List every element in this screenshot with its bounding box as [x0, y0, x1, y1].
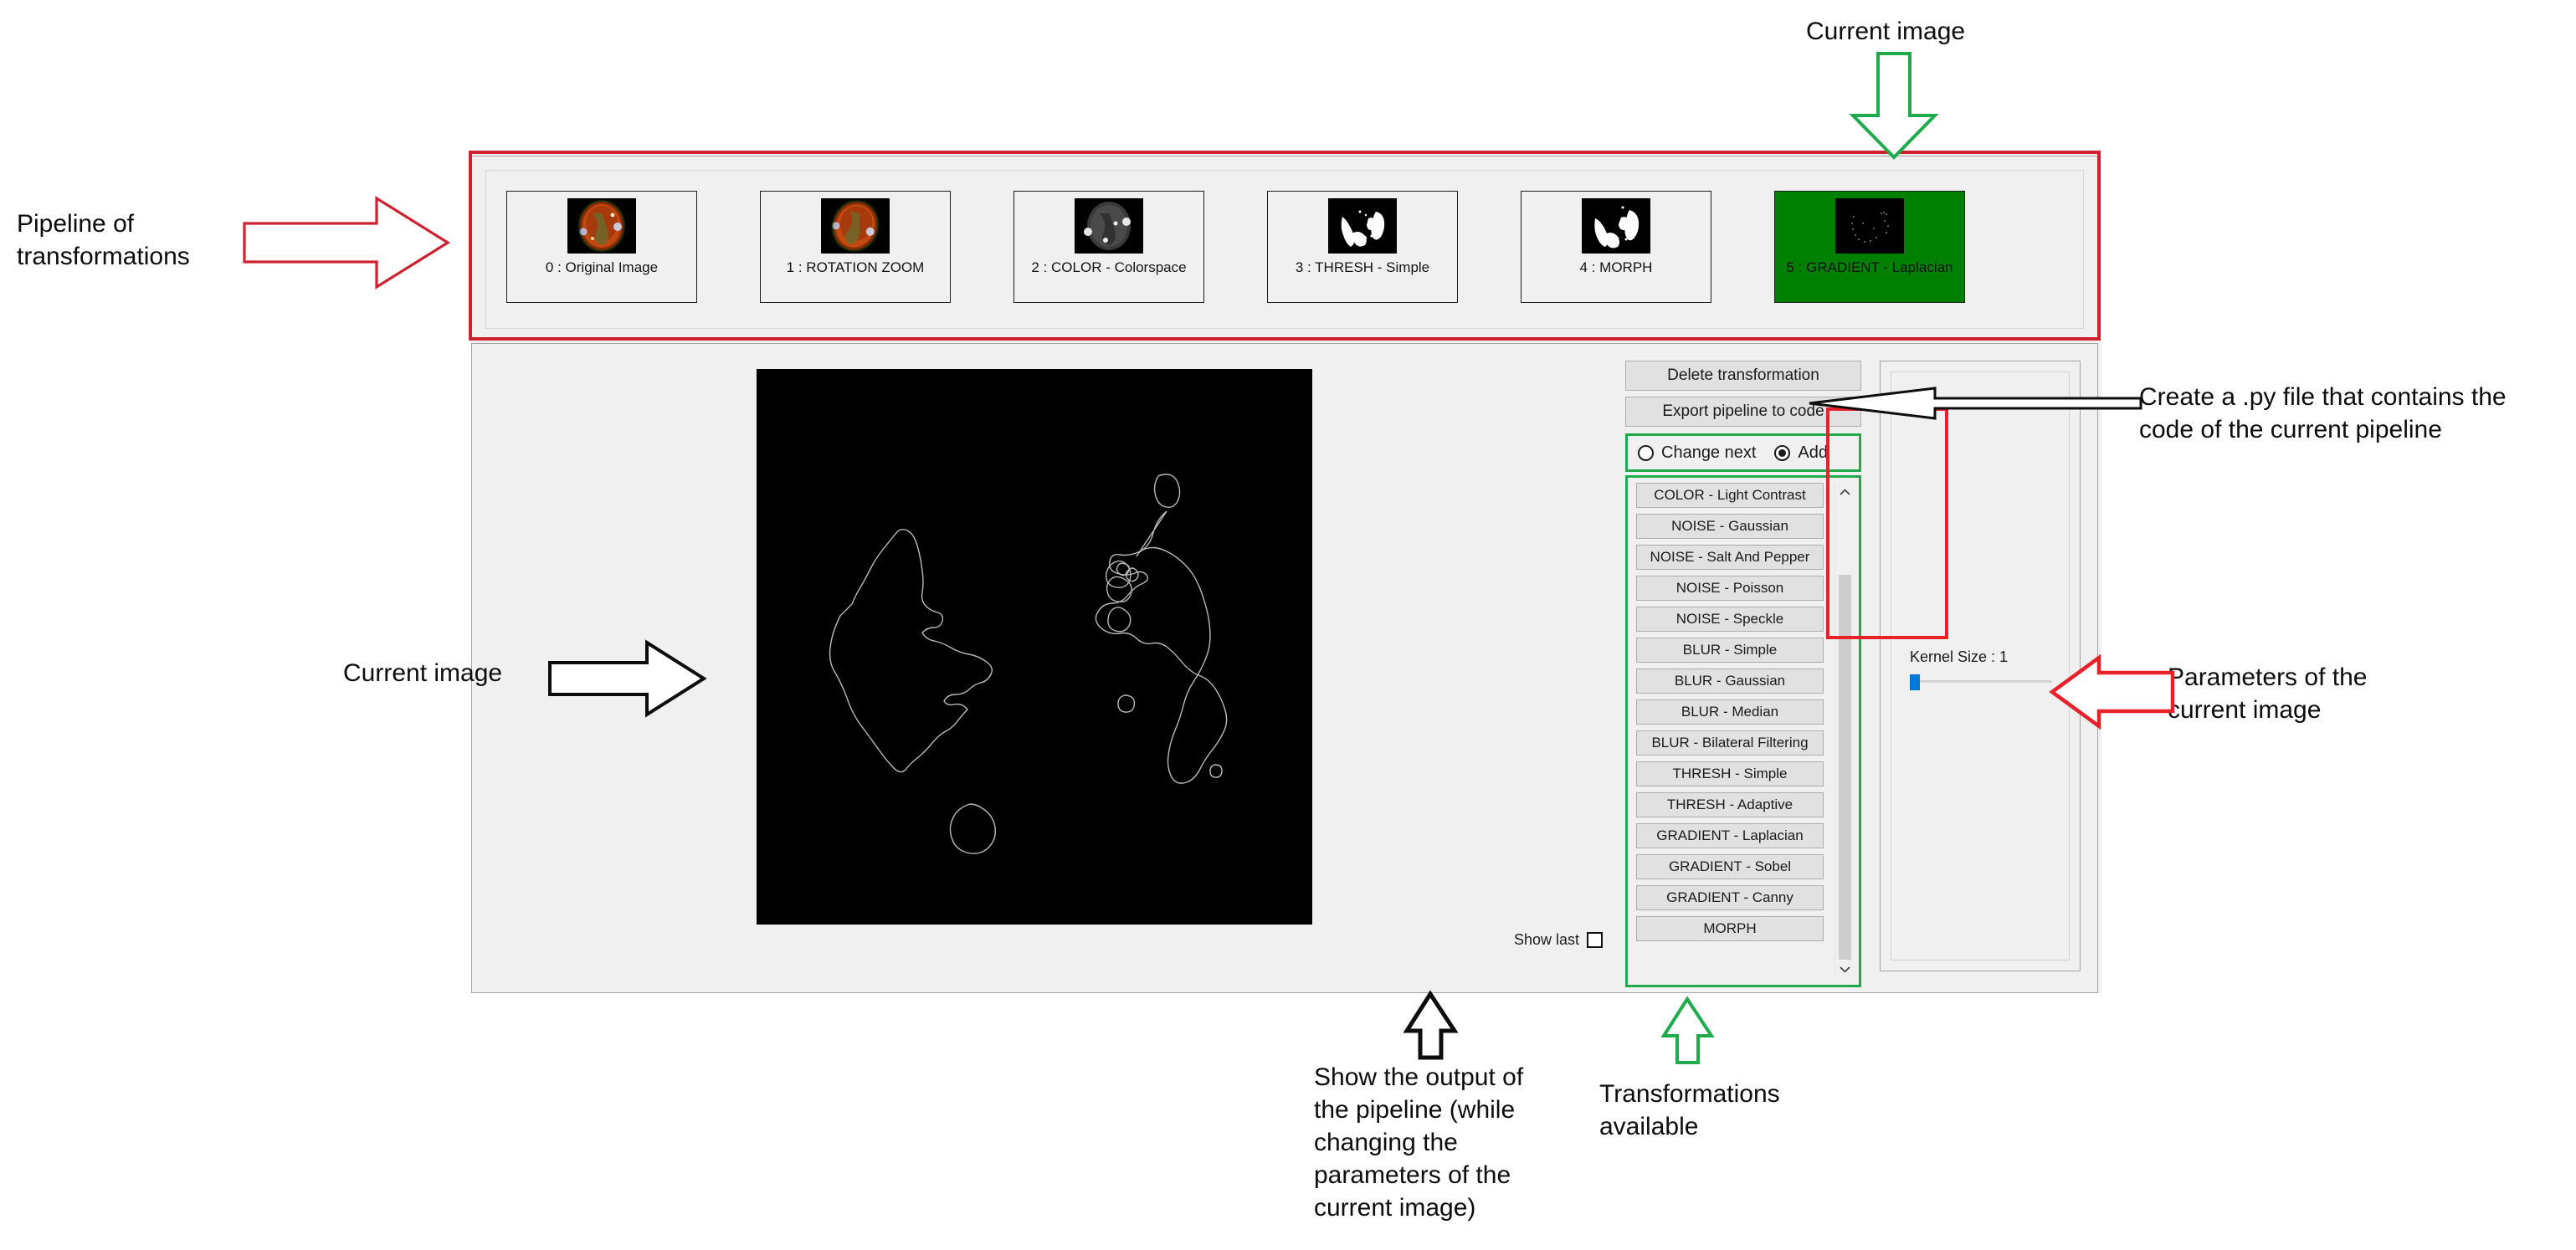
kernel-size-label: Kernel Size : 1: [1910, 648, 2009, 665]
radio-add[interactable]: [1774, 444, 1791, 461]
transformation-item[interactable]: MORPH: [1636, 916, 1824, 941]
transformation-item[interactable]: NOISE - Gaussian: [1636, 514, 1824, 539]
annotation-current-image-left-arrow: [548, 639, 707, 718]
slider-track: [1910, 680, 2052, 683]
transformation-item[interactable]: BLUR - Bilateral Filtering: [1636, 730, 1824, 756]
pipeline-item-5[interactable]: 5 : GRADIENT - Laplacian: [1774, 191, 1965, 303]
controls-column: Delete transformation Export pipeline to…: [1625, 361, 1861, 987]
radio-add-label: Add: [1798, 443, 1829, 462]
chevron-down-icon[interactable]: [1835, 960, 1854, 978]
annotation-show-last-arrow: [1403, 990, 1459, 1060]
scrollbar-thumb[interactable]: [1839, 575, 1851, 968]
radio-change-next[interactable]: [1638, 444, 1654, 461]
chevron-up-icon[interactable]: [1835, 483, 1854, 501]
current-image-preview[interactable]: [757, 369, 1312, 925]
pipeline-item-label: 5 : GRADIENT - Laplacian: [1786, 259, 1953, 275]
annotation-parameters-label: Parameters of the current image: [2168, 663, 2368, 724]
transformation-item[interactable]: NOISE - Speckle: [1636, 607, 1824, 632]
transformation-item[interactable]: BLUR - Median: [1636, 699, 1824, 725]
radio-change-next-label: Change next: [1661, 443, 1757, 462]
pipeline-item-3[interactable]: 3 : THRESH - Simple: [1267, 191, 1458, 303]
transformation-item[interactable]: BLUR - Gaussian: [1636, 669, 1824, 694]
parameter-controls: Kernel Size : 1: [1910, 648, 2060, 690]
transformation-item[interactable]: GRADIENT - Laplacian: [1636, 823, 1824, 848]
thumbnail-colorspace: [1075, 198, 1143, 254]
transformation-item[interactable]: GRADIENT - Sobel: [1636, 854, 1824, 879]
annotation-pipeline-arrow: [243, 196, 451, 289]
transformation-item[interactable]: GRADIENT - Canny: [1636, 885, 1824, 910]
pipeline-item-2[interactable]: 2 : COLOR - Colorspace: [1013, 191, 1204, 303]
annotation-transformations-label: Transformations available: [1599, 1080, 1780, 1140]
transformations-scrollbar[interactable]: [1835, 483, 1854, 978]
show-last-checkbox[interactable]: [1587, 932, 1604, 948]
transformation-item[interactable]: COLOR - Light Contrast: [1636, 483, 1824, 508]
parameters-inner-frame: Kernel Size : 1: [1891, 371, 2070, 961]
transformation-item[interactable]: NOISE - Salt And Pepper: [1636, 545, 1824, 570]
thumbnail-morph: [1582, 198, 1650, 254]
annotation-export-arrow: [1809, 387, 2142, 420]
thumbnail-thresh-simple: [1328, 198, 1397, 254]
annotation-transformations-arrow: [1660, 996, 1715, 1064]
slider-thumb[interactable]: [1910, 674, 1920, 690]
pipeline-item-4[interactable]: 4 : MORPH: [1521, 191, 1711, 303]
pipeline-item-label: 1 : ROTATION ZOOM: [786, 259, 925, 275]
thumbnail-gradient-laplacian: [1835, 198, 1904, 254]
pipeline-item-1[interactable]: 1 : ROTATION ZOOM: [760, 191, 951, 303]
annotation-current-image-top-label: Current image: [1806, 18, 1966, 45]
annotation-current-image-left-label: Current image: [343, 659, 503, 687]
annotation-parameters-arrow: [2049, 653, 2175, 730]
pipeline-item-label: 0 : Original Image: [545, 259, 659, 275]
transformation-item[interactable]: BLUR - Simple: [1636, 638, 1824, 663]
pipeline-item-label: 4 : MORPH: [1579, 259, 1653, 275]
pipeline-item-label: 2 : COLOR - Colorspace: [1031, 259, 1187, 275]
transformation-item[interactable]: THRESH - Adaptive: [1636, 792, 1824, 817]
transformations-list[interactable]: COLOR - Light Contrast NOISE - Gaussian …: [1633, 483, 1830, 978]
show-last-label: Show last: [1514, 931, 1580, 948]
annotation-export-label: Create a .py file that contains the code…: [2139, 383, 2507, 443]
transformations-available-panel: COLOR - Light Contrast NOISE - Gaussian …: [1625, 475, 1861, 987]
kernel-size-slider[interactable]: [1910, 674, 2052, 690]
thumbnail-original-image: [567, 198, 636, 254]
annotation-show-last-label: Show the output of the pipeline (while c…: [1314, 1063, 1524, 1222]
pipeline-item-0[interactable]: 0 : Original Image: [506, 191, 697, 303]
pipeline-item-label: 3 : THRESH - Simple: [1295, 259, 1430, 275]
annotation-current-image-top-arrow: [1849, 52, 1939, 160]
pipeline-inner-frame: 0 : Original Image 1 : ROTATION ZOOM 2:…: [485, 170, 2084, 329]
transformation-item[interactable]: NOISE - Poisson: [1636, 576, 1824, 601]
transformation-item[interactable]: THRESH - Simple: [1636, 761, 1824, 786]
pipeline-strip: 0 : Original Image 1 : ROTATION ZOOM 2:…: [471, 156, 2098, 340]
annotation-pipeline-label: Pipeline of transformations: [17, 210, 190, 270]
thumbnail-rotation-zoom: [821, 198, 890, 254]
